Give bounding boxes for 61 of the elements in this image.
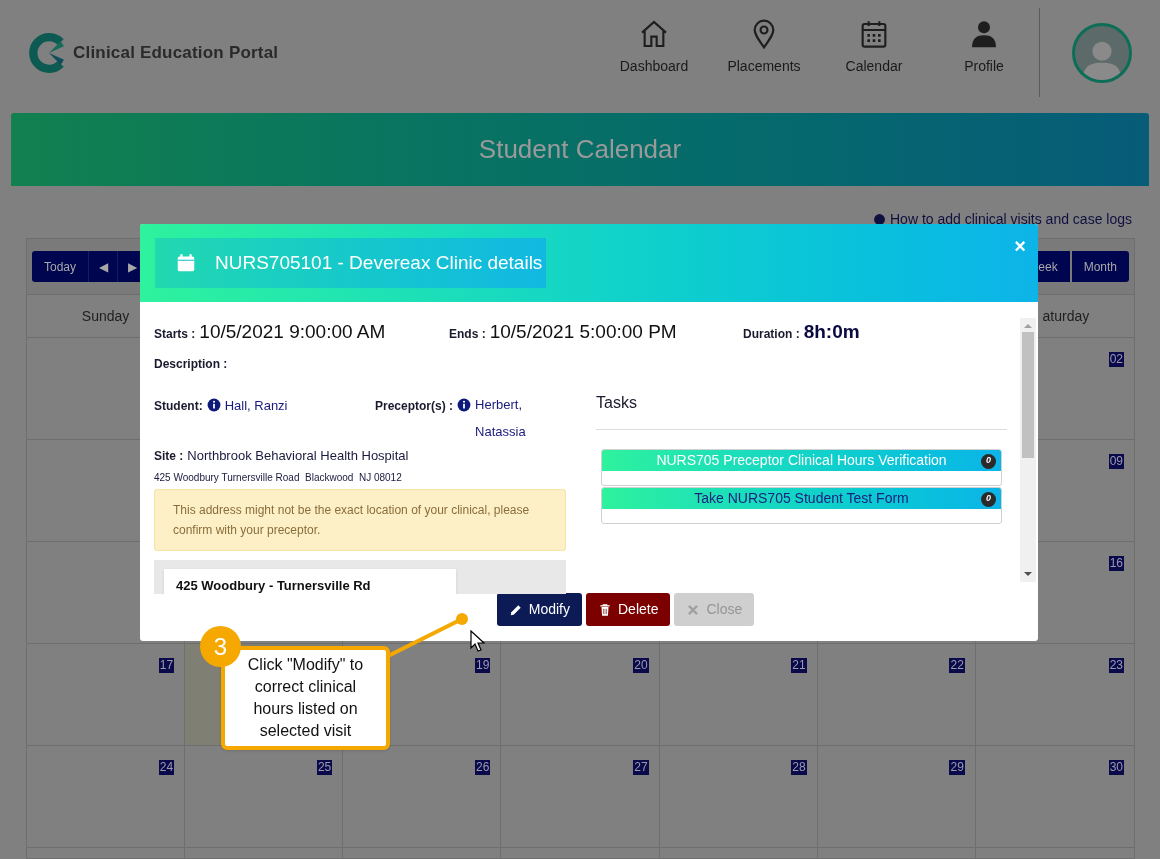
delete-button[interactable]: Delete — [586, 593, 671, 626]
site-address: 425 Woodbury Turnersville Road Blackwood NJ 08012 — [154, 470, 403, 485]
task-card[interactable]: NURS705 Preceptor Clinical Hours Verification 0 — [601, 448, 1002, 486]
pencil-icon — [508, 602, 523, 617]
nav-item[interactable]: Placements — [709, 0, 819, 105]
count-badge: 0 — [981, 491, 996, 507]
day-number: 20 — [633, 658, 649, 673]
day-number: 26 — [475, 760, 491, 775]
duration-label: Duration : — [743, 326, 800, 343]
help-link[interactable]: How to add clinical visits and case logs — [873, 209, 1132, 230]
preceptor-label: Preceptor(s) : — [375, 398, 454, 413]
day-number: 17 — [158, 658, 175, 673]
end-time-value: 10/5/2021 5:00:00 PM — [489, 320, 677, 344]
duration-value: 8h:0m — [803, 320, 860, 344]
nav-item[interactable]: Dashboard — [599, 0, 709, 105]
day-number: 23 — [1108, 658, 1124, 673]
logo-text: Clinical Education Portal — [73, 41, 279, 64]
student-name: Hall, Ranzi — [224, 397, 288, 413]
day-number: 25 — [316, 760, 333, 775]
view-button[interactable]: Month — [1071, 251, 1129, 282]
nav-item[interactable]: Calendar — [819, 0, 929, 105]
start-time-label: Starts : — [154, 326, 196, 343]
weekday-label: aturday — [1042, 306, 1090, 326]
day-number: 09 — [1108, 454, 1124, 469]
task-title: NURS705 Preceptor Clinical Hours Verification — [656, 452, 947, 468]
count-badge: 0 — [981, 453, 996, 469]
close-icon — [686, 602, 701, 617]
start-time-value: 10/5/2021 9:00:00 AM — [199, 320, 386, 344]
task-title: Take NURS705 Student Test Form — [694, 490, 909, 506]
day-number: 16 — [1108, 556, 1124, 571]
weekday-label: Sunday — [81, 306, 130, 326]
day-number: 21 — [791, 658, 807, 673]
dialog-title: NURS705101 - Devereax Clinic details — [215, 250, 543, 275]
day-number: 19 — [475, 658, 491, 673]
preceptor-name: Herbert, Natassia — [475, 395, 527, 441]
nav-item[interactable]: Profile — [929, 0, 1039, 105]
page-title: Student Calendar — [478, 133, 682, 166]
toolbar-button[interactable]: Today — [32, 251, 90, 282]
day-number: 30 — [1108, 760, 1124, 775]
info-icon[interactable] — [457, 397, 472, 412]
site-label: Site : — [154, 448, 184, 463]
site-name: Northbrook Behavioral Health Hospital — [187, 447, 409, 463]
task-card[interactable]: Take NURS705 Student Test Form 0 — [601, 486, 1002, 524]
address-notice: This address might not be the exact location of your clinical, please confirm with your preceptor. — [154, 488, 566, 551]
day-number: 24 — [158, 760, 175, 775]
scrollbar[interactable] — [1020, 318, 1036, 582]
map-address-card: 425 Woodbury - Turnersville Rd — [164, 568, 456, 594]
end-time-label: Ends : — [449, 326, 486, 343]
day-number: 29 — [949, 760, 965, 775]
help-icon — [873, 213, 886, 226]
toolbar-button[interactable]: ◀ — [89, 251, 119, 282]
info-icon[interactable] — [206, 397, 221, 412]
tasks-heading: Tasks — [596, 390, 1007, 430]
trash-icon — [598, 602, 612, 617]
day-number: 28 — [791, 760, 807, 775]
description-label: Description : — [154, 355, 229, 373]
day-number: 22 — [949, 658, 965, 673]
day-number: 27 — [633, 760, 649, 775]
student-label: Student: — [154, 398, 203, 413]
modify-button[interactable]: Modify — [496, 593, 582, 626]
day-number: 02 — [1108, 352, 1124, 367]
